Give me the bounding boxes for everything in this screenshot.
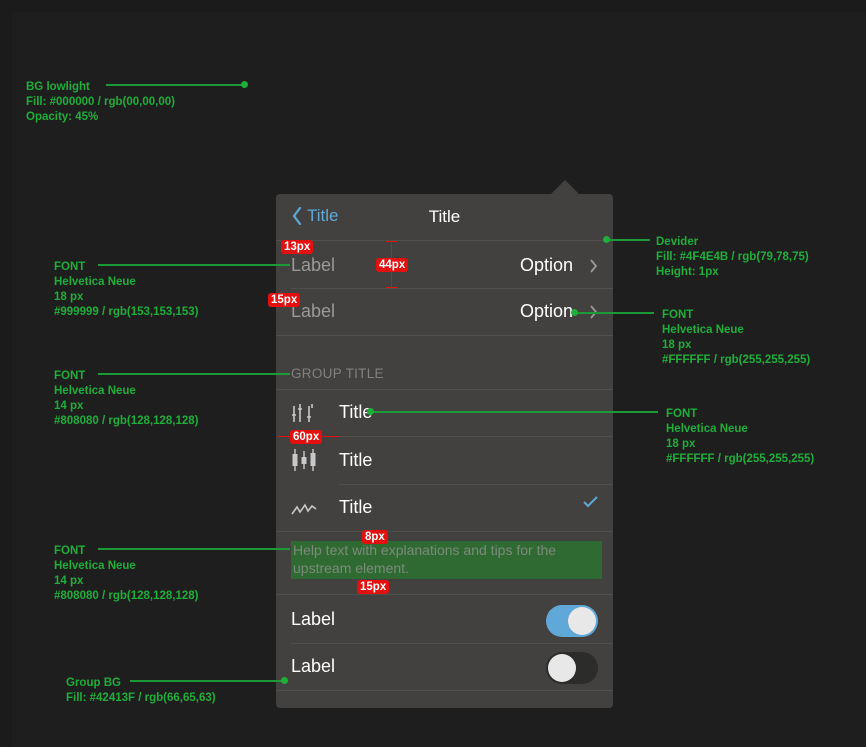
annotation-line: [130, 680, 284, 682]
candlestick-icon: [292, 449, 316, 471]
divider: [291, 643, 613, 644]
toggle-switch[interactable]: [546, 652, 598, 684]
measure-badge: 60px: [290, 430, 323, 444]
annotation-dot: [241, 81, 248, 88]
help-text: Help text with explanations and tips for…: [291, 541, 602, 579]
row-option: Option: [520, 255, 574, 275]
annotation-dot: [367, 408, 374, 415]
measure-badge: 15px: [357, 580, 390, 594]
divider: [276, 240, 613, 241]
line-chart-icon: [291, 503, 317, 515]
divider: [276, 531, 613, 532]
divider: [276, 690, 613, 691]
list-item-title: Title: [339, 450, 373, 470]
annotation-line: [608, 239, 650, 241]
popover-navbar: Title Title: [276, 194, 613, 240]
annotation-font-title: FONT Helvetica Neue 18 px #FFFFFF / rgb(…: [666, 408, 815, 465]
annotation-bg-lowlight: BG lowlight Fill: #000000 / rgb(00,00,00…: [26, 81, 175, 123]
toggle-label: Label: [291, 609, 336, 629]
annotation-dot: [603, 236, 610, 243]
measure-badge: 13px: [281, 240, 314, 254]
measure-line: [386, 241, 397, 242]
divider: [339, 484, 613, 485]
measure-badge: 44px: [376, 258, 409, 272]
tuning-icon: [292, 404, 313, 422]
divider: [339, 436, 613, 437]
annotation-line: [574, 312, 654, 314]
checkmark-icon: [583, 496, 598, 508]
annotation-dot: [571, 309, 578, 316]
annotation-line: [98, 264, 290, 266]
popover: Title Title Label Option Label Option GR…: [276, 194, 613, 708]
annotation-font-help: FONT Helvetica Neue 14 px #808080 / rgb(…: [54, 545, 199, 602]
popover-arrow: [550, 180, 580, 195]
annotation-font-option: FONT Helvetica Neue 18 px #FFFFFF / rgb(…: [662, 309, 811, 366]
measure-badge: 15px: [268, 293, 301, 307]
row-label: Label: [291, 255, 336, 275]
chevron-right-icon: [590, 259, 598, 273]
toggle-switch[interactable]: [546, 605, 598, 637]
annotation-font-label: FONT Helvetica Neue 18 px #999999 / rgb(…: [54, 261, 199, 318]
toggle-knob: [568, 607, 596, 635]
group-title: GROUP TITLE: [291, 366, 384, 381]
divider: [291, 288, 613, 289]
divider: [276, 594, 613, 595]
list-item-title: Title: [339, 497, 373, 517]
annotation-font-group: FONT Helvetica Neue 14 px #808080 / rgb(…: [54, 370, 199, 427]
annotation-divider: Devider Fill: #4F4E4B / rgb(79,78,75) He…: [656, 236, 809, 278]
annotation-line: [98, 373, 290, 375]
row-option: Option: [520, 301, 574, 321]
popover-title: Title: [428, 207, 461, 226]
annotation-dot: [281, 677, 288, 684]
toggle-knob: [548, 654, 576, 682]
measure-line: [386, 287, 397, 288]
measure-badge: 8px: [362, 530, 388, 544]
divider: [276, 335, 613, 336]
annotation-line: [370, 411, 658, 413]
divider: [276, 389, 613, 390]
annotation-line: [106, 84, 244, 86]
toggle-label: Label: [291, 656, 336, 676]
annotation-line: [98, 548, 290, 550]
